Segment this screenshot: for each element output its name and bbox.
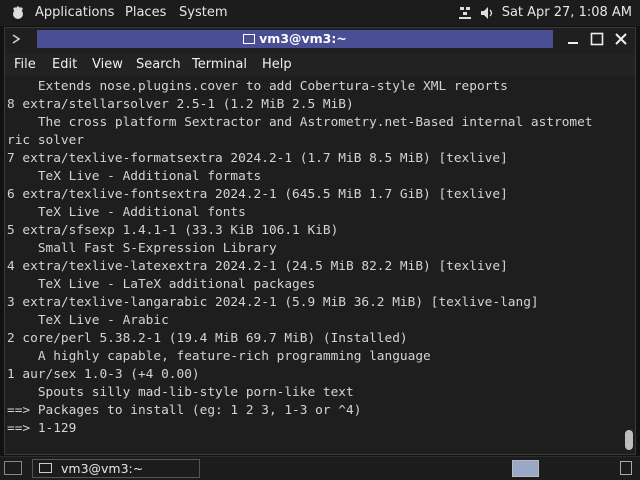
terminal-line: A highly capable, feature-rich programmi… xyxy=(7,349,431,364)
terminal-line: TeX Live - Additional fonts xyxy=(7,205,246,220)
applications-icon[interactable] xyxy=(11,6,25,20)
terminal-line: 5 extra/sfsexp 1.4.1-1 (33.3 KiB 106.1 K… xyxy=(7,223,339,238)
menu-search[interactable]: Search xyxy=(136,57,181,72)
terminal-line: ==> Packages to install (eg: 1 2 3, 1-3 … xyxy=(7,403,362,418)
top-panel: Applications Places System Sat Apr 27, 1… xyxy=(0,0,640,26)
maximize-icon xyxy=(590,32,604,46)
window-menu-icon[interactable] xyxy=(11,32,25,46)
applications-menu[interactable]: Applications xyxy=(35,5,114,20)
minimize-button[interactable] xyxy=(565,31,581,47)
taskbar-terminal-label: vm3@vm3:~ xyxy=(61,461,144,476)
terminal-line: 3 extra/texlive-langarabic 2024.2-1 (5.9… xyxy=(7,295,539,310)
terminal-line: TeX Live - Arabic xyxy=(7,313,169,328)
places-menu[interactable]: Places xyxy=(125,5,166,20)
bottom-panel: vm3@vm3:~ xyxy=(0,456,640,480)
terminal-line: 1 aur/sex 1.0-3 (+4 0.00) xyxy=(7,367,200,382)
menu-terminal[interactable]: Terminal xyxy=(192,57,247,72)
terminal-output[interactable]: Extends nose.plugins.cover to add Cobert… xyxy=(5,78,623,452)
menu-bar: File Edit View Search Terminal Help xyxy=(5,54,635,76)
terminal-line: TeX Live - Additional formats xyxy=(7,169,262,184)
menu-file[interactable]: File xyxy=(14,57,36,72)
terminal-line: Spouts silly mad-lib-style porn-like tex… xyxy=(7,385,354,400)
taskbar-terminal-button[interactable]: vm3@vm3:~ xyxy=(32,459,200,478)
terminal-icon xyxy=(243,34,256,44)
terminal-line: The cross platform Sextractor and Astrom… xyxy=(7,115,593,130)
close-icon xyxy=(615,33,627,45)
system-menu[interactable]: System xyxy=(179,5,227,20)
close-button[interactable] xyxy=(613,31,629,47)
terminal-line: 7 extra/texlive-formatsextra 2024.2-1 (1… xyxy=(7,151,508,166)
show-desktop-icon[interactable] xyxy=(4,461,22,475)
menu-edit[interactable]: Edit xyxy=(52,57,77,72)
maximize-button[interactable] xyxy=(589,31,605,47)
workspace-switcher[interactable] xyxy=(512,460,539,477)
terminal-line: ric solver xyxy=(7,133,85,148)
terminal-line: 8 extra/stellarsolver 2.5-1 (1.2 MiB 2.5… xyxy=(7,97,354,112)
terminal-line: Small Fast S-Expression Library xyxy=(7,241,277,256)
terminal-line: 6 extra/texlive-fontsextra 2024.2-1 (645… xyxy=(7,187,508,202)
clock[interactable]: Sat Apr 27, 1:08 AM xyxy=(502,5,632,20)
scrollbar-thumb[interactable] xyxy=(625,430,633,450)
terminal-line: TeX Live - LaTeX additional packages xyxy=(7,277,316,292)
terminal-line: Extends nose.plugins.cover to add Cobert… xyxy=(7,79,508,94)
terminal-line: 2 core/perl 5.38.2-1 (19.4 MiB 69.7 MiB)… xyxy=(7,331,408,346)
window-title-area[interactable]: vm3@vm3:~ xyxy=(37,30,553,48)
terminal-line: 4 extra/texlive-latexextra 2024.2-1 (24.… xyxy=(7,259,508,274)
terminal-prompt-line: ==> 1-129 xyxy=(7,421,77,436)
terminal-icon xyxy=(39,463,52,473)
menu-view[interactable]: View xyxy=(92,57,123,72)
menu-help[interactable]: Help xyxy=(262,57,292,72)
network-icon[interactable] xyxy=(458,6,472,20)
volume-icon[interactable] xyxy=(480,6,494,20)
trash-icon[interactable] xyxy=(620,461,632,475)
minimize-icon xyxy=(568,42,578,44)
terminal-scrollbar[interactable] xyxy=(625,78,633,452)
terminal-window: vm3@vm3:~ File Edit View Search Terminal… xyxy=(4,27,636,455)
title-bar[interactable]: vm3@vm3:~ xyxy=(5,28,635,50)
window-title: vm3@vm3:~ xyxy=(259,31,347,46)
